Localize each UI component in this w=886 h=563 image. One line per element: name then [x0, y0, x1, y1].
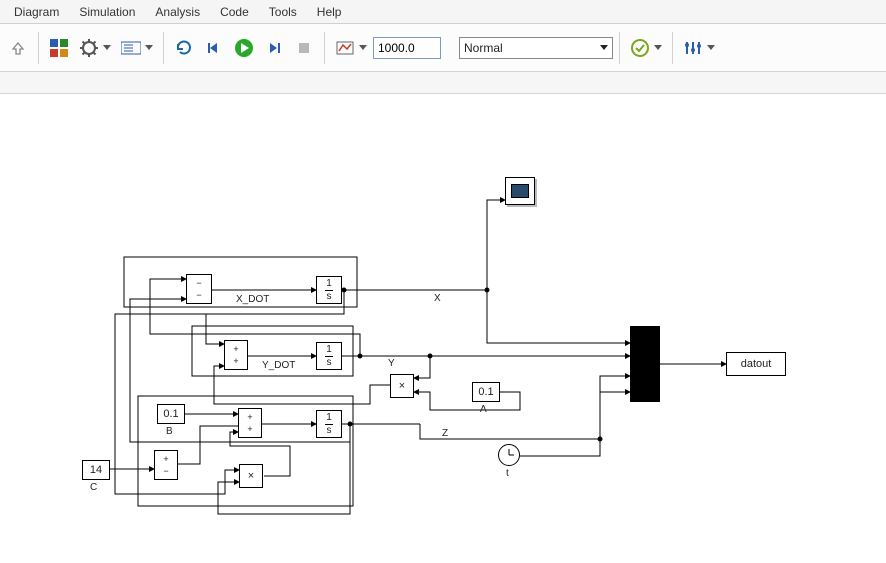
update-diagram-icon[interactable]: [170, 34, 198, 62]
simulation-mode-select[interactable]: Normal: [459, 37, 613, 59]
product-xy-block[interactable]: ×: [390, 374, 414, 398]
menu-simulation[interactable]: Simulation: [69, 2, 145, 22]
chevron-down-icon[interactable]: [103, 45, 111, 50]
menu-tools[interactable]: Tools: [259, 2, 307, 22]
signal-label-ydot: Y_DOT: [262, 360, 295, 371]
menu-diagram[interactable]: Diagram: [4, 2, 69, 22]
constant-c-block[interactable]: 14: [82, 460, 110, 480]
constant-a-block[interactable]: 0.1: [472, 382, 500, 402]
integrator-x-block[interactable]: 1s: [316, 276, 342, 304]
sum-z2-block[interactable]: +−: [154, 450, 178, 480]
sum-z1-block[interactable]: ++: [238, 408, 262, 438]
run-icon[interactable]: [230, 34, 258, 62]
mux-block[interactable]: [630, 326, 660, 402]
menu-help[interactable]: Help: [307, 2, 352, 22]
signal-label-z: Z: [442, 428, 448, 439]
signal-label-x: X: [434, 293, 441, 304]
chevron-down-icon[interactable]: [654, 45, 662, 50]
label-t: t: [506, 468, 509, 479]
label-a: A: [480, 404, 487, 415]
scope-block[interactable]: [505, 177, 535, 205]
tune-icon[interactable]: [679, 34, 707, 62]
signal-label-y: Y: [388, 358, 395, 369]
stop-time-input[interactable]: [373, 37, 441, 59]
sum-ydot-block[interactable]: ++: [224, 340, 248, 370]
constant-b-block[interactable]: 0.1: [157, 404, 185, 424]
integrator-y-block[interactable]: 1s: [316, 342, 342, 370]
sum-xdot-block[interactable]: −−: [186, 274, 212, 304]
chevron-down-icon[interactable]: [707, 45, 715, 50]
diagram-canvas[interactable]: −− 1s X_DOT X ++ 1s Y_DOT Y × 0.1 A 0.1 …: [0, 94, 886, 563]
simulation-mode-label: Normal: [464, 41, 503, 55]
fast-restart-icon[interactable]: [626, 34, 654, 62]
product-zx-block[interactable]: ×: [239, 464, 263, 488]
model-explorer-icon[interactable]: [117, 34, 145, 62]
signal-label-xdot: X_DOT: [236, 294, 269, 305]
label-c: C: [90, 482, 97, 493]
chevron-down-icon[interactable]: [359, 45, 367, 50]
sub-toolbar: [0, 72, 886, 94]
to-workspace-block[interactable]: datout: [726, 352, 786, 376]
menu-analysis[interactable]: Analysis: [145, 2, 210, 22]
stop-icon[interactable]: [290, 34, 318, 62]
chevron-down-icon: [600, 45, 608, 50]
label-b: B: [166, 426, 173, 437]
up-icon[interactable]: [4, 34, 32, 62]
menu-code[interactable]: Code: [210, 2, 259, 22]
chevron-down-icon[interactable]: [145, 45, 153, 50]
clock-block[interactable]: [498, 444, 520, 466]
record-icon[interactable]: [331, 34, 359, 62]
step-forward-icon[interactable]: [260, 34, 288, 62]
integrator-z-block[interactable]: 1s: [316, 410, 342, 438]
library-browser-icon[interactable]: [45, 34, 73, 62]
step-back-icon[interactable]: [200, 34, 228, 62]
menubar: Diagram Simulation Analysis Code Tools H…: [0, 0, 886, 24]
toolbar: Normal: [0, 24, 886, 72]
wires: [0, 94, 886, 563]
model-config-icon[interactable]: [75, 34, 103, 62]
